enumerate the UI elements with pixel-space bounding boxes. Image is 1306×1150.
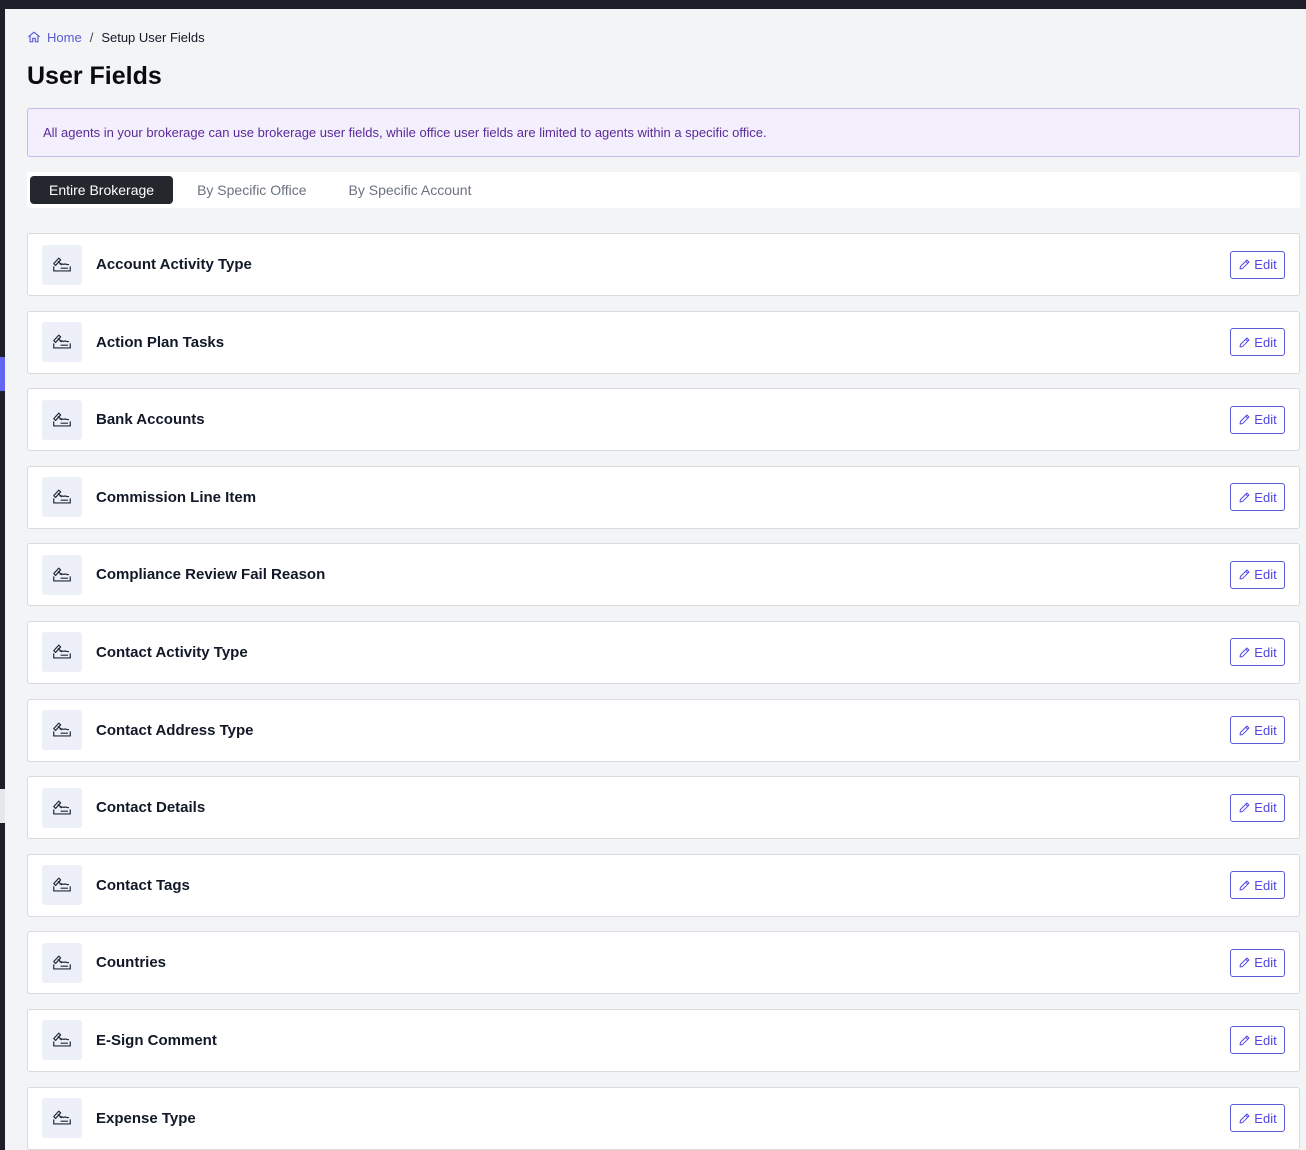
- user-field-name: E-Sign Comment: [96, 1031, 217, 1049]
- edit-button[interactable]: Edit: [1230, 948, 1285, 977]
- user-field-list: Account Activity Type Edit Action Plan T…: [27, 233, 1300, 1150]
- signature-icon: [42, 865, 82, 906]
- edit-button[interactable]: Edit: [1230, 328, 1285, 357]
- edit-button-label: Edit: [1254, 800, 1277, 816]
- user-field-row: Contact Address Type Edit: [27, 698, 1300, 762]
- pencil-icon: [1238, 724, 1251, 737]
- edit-button[interactable]: Edit: [1230, 483, 1285, 512]
- edit-button-label: Edit: [1254, 877, 1277, 893]
- scope-tabs: Entire Brokerage By Specific Office By S…: [27, 172, 1300, 208]
- edit-button[interactable]: Edit: [1230, 638, 1285, 667]
- signature-icon: [42, 322, 82, 363]
- signature-icon: [42, 632, 82, 673]
- pencil-icon: [1238, 801, 1251, 814]
- user-field-row: Expense Type Edit: [27, 1086, 1300, 1150]
- user-field-row: Action Plan Tasks Edit: [27, 310, 1300, 374]
- user-field-name: Commission Line Item: [96, 488, 257, 506]
- edit-button[interactable]: Edit: [1230, 405, 1285, 434]
- breadcrumb-home-link[interactable]: Home: [47, 30, 82, 45]
- pencil-icon: [1238, 1112, 1251, 1125]
- pencil-icon: [1238, 258, 1251, 271]
- edit-button-label: Edit: [1254, 955, 1277, 971]
- info-banner-text: All agents in your brokerage can use bro…: [43, 125, 767, 140]
- pencil-icon: [1238, 1034, 1251, 1047]
- edit-button[interactable]: Edit: [1230, 716, 1285, 745]
- tab-by-specific-account[interactable]: By Specific Account: [330, 176, 491, 204]
- signature-icon: [42, 710, 82, 751]
- user-field-row: E-Sign Comment Edit: [27, 1008, 1300, 1072]
- home-icon[interactable]: [27, 30, 41, 44]
- user-field-name: Countries: [96, 954, 167, 972]
- edit-button[interactable]: Edit: [1230, 1104, 1285, 1133]
- user-field-name: Contact Tags: [96, 876, 190, 894]
- pencil-icon: [1238, 568, 1251, 581]
- page-title: User Fields: [27, 62, 162, 90]
- user-field-name: Account Activity Type: [96, 256, 252, 273]
- signature-icon: [42, 244, 82, 285]
- user-field-name: Expense Type: [96, 1109, 196, 1127]
- user-field-name: Contact Activity Type: [96, 643, 248, 661]
- edit-button-label: Edit: [1254, 257, 1277, 272]
- edit-button[interactable]: Edit: [1230, 793, 1285, 822]
- user-field-row: Countries Edit: [27, 931, 1300, 995]
- edit-button[interactable]: Edit: [1230, 250, 1285, 279]
- main-content: Home / Setup User Fields User Fields All…: [27, 9, 1300, 1150]
- edit-button-label: Edit: [1254, 644, 1277, 660]
- edit-button-label: Edit: [1254, 722, 1277, 738]
- edit-button-label: Edit: [1254, 334, 1277, 350]
- pencil-icon: [1238, 413, 1251, 426]
- pencil-icon: [1238, 646, 1251, 659]
- breadcrumb: Home / Setup User Fields: [27, 28, 1300, 46]
- edit-button[interactable]: Edit: [1230, 871, 1285, 900]
- user-field-name: Compliance Review Fail Reason: [96, 566, 326, 584]
- signature-icon: [42, 554, 82, 595]
- sidebar-active-indicator: [0, 357, 5, 391]
- edit-button[interactable]: Edit: [1230, 1026, 1285, 1055]
- user-field-row: Bank Accounts Edit: [27, 388, 1300, 452]
- info-banner: All agents in your brokerage can use bro…: [27, 108, 1300, 157]
- signature-icon: [42, 477, 82, 518]
- tab-by-specific-office[interactable]: By Specific Office: [178, 176, 325, 204]
- user-field-row: Contact Activity Type Edit: [27, 620, 1300, 684]
- user-field-name: Action Plan Tasks: [96, 333, 225, 351]
- edit-button-label: Edit: [1254, 567, 1277, 583]
- user-field-name: Contact Address Type: [96, 721, 254, 739]
- edit-button[interactable]: Edit: [1230, 560, 1285, 589]
- edit-button-label: Edit: [1254, 1032, 1277, 1048]
- pencil-icon: [1238, 956, 1251, 969]
- pencil-icon: [1238, 336, 1251, 349]
- user-field-name: Contact Details: [96, 799, 206, 817]
- tab-entire-brokerage[interactable]: Entire Brokerage: [30, 176, 174, 204]
- breadcrumb-current: Setup User Fields: [101, 29, 205, 45]
- edit-button-label: Edit: [1254, 1110, 1277, 1126]
- user-field-row: Commission Line Item Edit: [27, 465, 1300, 529]
- signature-icon: [42, 1020, 82, 1061]
- sidebar-hover-indicator: [0, 789, 5, 823]
- user-field-name: Bank Accounts: [96, 411, 205, 429]
- edit-button-label: Edit: [1254, 489, 1277, 505]
- user-field-row: Compliance Review Fail Reason Edit: [27, 543, 1300, 607]
- signature-icon: [42, 1098, 82, 1139]
- breadcrumb-separator: /: [89, 29, 94, 45]
- signature-icon: [42, 399, 82, 440]
- pencil-icon: [1238, 491, 1251, 504]
- signature-icon: [42, 787, 82, 828]
- top-bar: [0, 0, 1306, 9]
- user-field-row: Contact Tags Edit: [27, 853, 1300, 917]
- user-field-row: Contact Details Edit: [27, 776, 1300, 840]
- pencil-icon: [1238, 879, 1251, 892]
- sidebar-edge: [0, 9, 5, 1150]
- user-field-row: Account Activity Type Edit: [27, 233, 1300, 296]
- edit-button-label: Edit: [1254, 412, 1277, 428]
- signature-icon: [42, 942, 82, 983]
